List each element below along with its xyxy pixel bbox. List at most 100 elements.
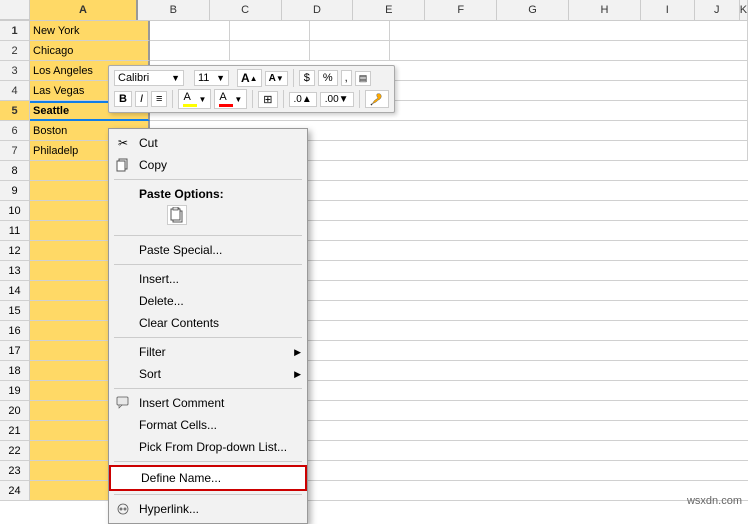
col-header-a[interactable]: A (30, 0, 138, 20)
menu-item-format-cells[interactable]: Format Cells... (109, 414, 307, 436)
cell-e2[interactable] (390, 41, 748, 61)
font-size-label: 11 (198, 72, 209, 84)
decrease-font-button[interactable]: A▼ (265, 71, 288, 86)
toolbar-separator-5 (359, 90, 360, 108)
copy-label: Copy (139, 158, 167, 172)
row-header-20[interactable]: 20 (0, 401, 30, 421)
hyperlink-icon (115, 501, 131, 517)
font-color-button[interactable]: A ▼ (214, 89, 247, 109)
format-painter-button[interactable] (365, 90, 389, 108)
cell-d1[interactable] (310, 21, 390, 41)
paste-icon-button[interactable] (167, 205, 187, 225)
menu-item-delete[interactable]: Delete... (109, 290, 307, 312)
percent-button[interactable]: % (318, 70, 338, 86)
separator-after-copy (114, 179, 302, 180)
cell-b1[interactable] (150, 21, 230, 41)
decrease-decimal-button[interactable]: .00▼ (320, 92, 354, 107)
menu-item-sort[interactable]: Sort (109, 363, 307, 385)
row-header-4[interactable]: 4 (0, 81, 30, 101)
toolbar-separator-4 (283, 90, 284, 108)
col-header-c[interactable]: C (210, 0, 282, 20)
font-size-arrow[interactable]: ▼ (216, 73, 225, 83)
bold-button[interactable]: B (114, 91, 132, 107)
separator-after-paste-special (114, 264, 302, 265)
row-header-9[interactable]: 9 (0, 181, 30, 201)
font-color-bar (219, 104, 233, 107)
italic-button[interactable]: I (135, 91, 148, 107)
comma-button[interactable]: , (341, 70, 352, 86)
paste-options-header: Paste Options: (109, 183, 307, 203)
font-dropdown-arrow[interactable]: ▼ (171, 73, 180, 83)
sort-label: Sort (139, 367, 161, 381)
menu-item-insert-comment[interactable]: Insert Comment (109, 392, 307, 414)
row-header-16[interactable]: 16 (0, 321, 30, 341)
menu-item-insert[interactable]: Insert... (109, 268, 307, 290)
font-name-dropdown[interactable]: Calibri ▼ (114, 70, 184, 86)
align-button[interactable]: ≡ (151, 91, 167, 107)
col-header-k[interactable]: K (740, 0, 748, 20)
row-header-10[interactable]: 10 (0, 201, 30, 221)
delete-label: Delete... (139, 294, 184, 308)
cell-a1[interactable]: New York (30, 21, 150, 41)
menu-item-cut[interactable]: ✂ Cut (109, 132, 307, 154)
highlight-color-button[interactable]: A ▼ (178, 89, 211, 109)
row-header-1[interactable]: 1 (0, 21, 30, 41)
borders-button[interactable]: ⊞ (258, 91, 277, 108)
insert-comment-label: Insert Comment (139, 396, 224, 410)
row-header-13[interactable]: 13 (0, 261, 30, 281)
row-header-8[interactable]: 8 (0, 161, 30, 181)
row-header-5[interactable]: 5 (0, 101, 30, 121)
row-header-18[interactable]: 18 (0, 361, 30, 381)
row-header-3[interactable]: 3 (0, 61, 30, 81)
row-header-7[interactable]: 7 (0, 141, 30, 161)
menu-item-hyperlink[interactable]: Hyperlink... (109, 498, 307, 520)
cell-d2[interactable] (310, 41, 390, 61)
row-header-12[interactable]: 12 (0, 241, 30, 261)
spreadsheet: A B C D E F G H I J K 1 New York 2 Chica… (0, 0, 748, 511)
row-header-24[interactable]: 24 (0, 481, 30, 501)
define-name-label: Define Name... (141, 471, 221, 485)
hyperlink-label: Hyperlink... (139, 502, 199, 516)
row-header-22[interactable]: 22 (0, 441, 30, 461)
cell-e1[interactable] (390, 21, 748, 41)
number-format-button[interactable]: ▤ (355, 71, 372, 86)
col-header-h[interactable]: H (569, 0, 641, 20)
increase-decimal-button[interactable]: .0▲ (289, 92, 317, 107)
row-header-2[interactable]: 2 (0, 41, 30, 61)
row-header-14[interactable]: 14 (0, 281, 30, 301)
cell-c2[interactable] (230, 41, 310, 61)
watermark: wsxdn.com (687, 495, 742, 507)
menu-item-pick-dropdown[interactable]: Pick From Drop-down List... (109, 436, 307, 458)
col-header-e[interactable]: E (353, 0, 425, 20)
col-header-f[interactable]: F (425, 0, 497, 20)
menu-item-filter[interactable]: Filter (109, 341, 307, 363)
row-header-19[interactable]: 19 (0, 381, 30, 401)
row-header-6[interactable]: 6 (0, 121, 30, 141)
col-header-d[interactable]: D (282, 0, 354, 20)
row-header-11[interactable]: 11 (0, 221, 30, 241)
cell-a2[interactable]: Chicago (30, 41, 150, 61)
font-size-dropdown[interactable]: 11 ▼ (194, 70, 229, 86)
cell-b2[interactable] (150, 41, 230, 61)
paste-clipboard-icon (169, 207, 185, 223)
row-header-15[interactable]: 15 (0, 301, 30, 321)
col-header-g[interactable]: G (497, 0, 569, 20)
row-header-23[interactable]: 23 (0, 461, 30, 481)
increase-font-button[interactable]: A▲ (237, 69, 262, 87)
row-header-17[interactable]: 17 (0, 341, 30, 361)
dollar-button[interactable]: $ (299, 70, 315, 86)
menu-item-copy[interactable]: Copy (109, 154, 307, 176)
col-header-i[interactable]: I (641, 0, 695, 20)
separator-after-paste (114, 235, 302, 236)
row-header-21[interactable]: 21 (0, 421, 30, 441)
menu-item-clear-contents[interactable]: Clear Contents (109, 312, 307, 334)
separator-after-clear (114, 337, 302, 338)
menu-item-paste-special[interactable]: Paste Special... (109, 239, 307, 261)
cell-c1[interactable] (230, 21, 310, 41)
menu-item-define-name[interactable]: Define Name... (109, 465, 307, 491)
col-header-j[interactable]: J (695, 0, 740, 20)
mini-toolbar: Calibri ▼ 11 ▼ A▲ A▼ $ % , ▤ B I ≡ A (108, 65, 395, 113)
paste-special-label: Paste Special... (139, 243, 222, 257)
col-header-b[interactable]: B (138, 0, 210, 20)
font-name-label: Calibri (118, 72, 149, 84)
